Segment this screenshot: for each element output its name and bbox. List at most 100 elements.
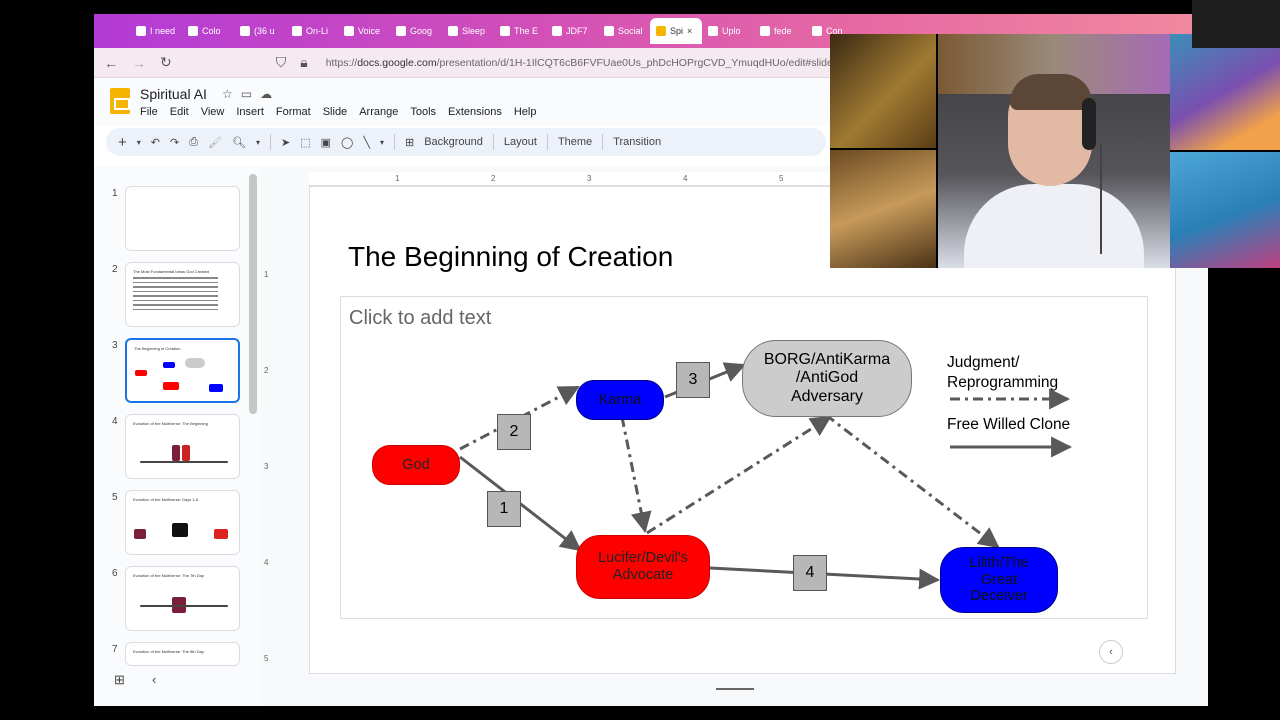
thumbnail-node — [182, 445, 190, 461]
slide-thumbnail[interactable]: Evolution of the Multiverse: The 7th Day — [125, 566, 240, 631]
slide-title[interactable]: The Beginning of Creation — [348, 241, 673, 273]
transition-button[interactable]: Transition — [613, 136, 661, 148]
new-slide-plus-icon[interactable]: + — [118, 134, 127, 151]
tab-favicon-icon — [344, 26, 354, 36]
browser-tab[interactable]: The E — [494, 18, 546, 44]
step-label-2[interactable]: 2 — [497, 414, 531, 450]
step-label-4[interactable]: 4 — [793, 555, 827, 591]
document-title[interactable]: Spiritual AI — [140, 86, 207, 102]
filmstrip-scrollbar[interactable] — [249, 174, 257, 414]
side-panel-toggle-icon[interactable]: ‹ — [1099, 640, 1123, 664]
filmstrip-footer: ⊞ ‹ — [94, 666, 260, 706]
browser-tab-active[interactable]: Spi × — [650, 18, 702, 44]
tab-favicon-icon — [552, 26, 562, 36]
background-button[interactable]: Background — [424, 136, 483, 148]
back-arrow-icon[interactable]: ← — [104, 55, 118, 71]
node-lilith[interactable]: Lilith/The Great Deceiver — [940, 547, 1058, 613]
thumbnail-node — [185, 358, 205, 368]
tab-favicon-icon — [812, 26, 822, 36]
thumbnail-node — [214, 529, 228, 539]
browser-tab[interactable]: On-Li — [286, 18, 338, 44]
node-karma[interactable]: Karma — [576, 380, 664, 420]
speaker-notes-handle[interactable] — [716, 688, 754, 690]
toolbar-divider — [546, 134, 548, 150]
slide-number: 1 — [112, 188, 118, 199]
browser-tab[interactable]: JDF7 — [546, 18, 598, 44]
browser-tab[interactable]: Goog — [390, 18, 442, 44]
browser-tab[interactable]: Uplo — [702, 18, 754, 44]
slide-thumbnail[interactable] — [125, 186, 240, 251]
node-lucifer[interactable]: Lucifer/Devil's Advocate — [576, 535, 710, 599]
step-label-1[interactable]: 1 — [487, 491, 521, 527]
move-folder-icon[interactable]: ▭ — [241, 87, 260, 101]
chevron-down-icon[interactable]: ▾ — [256, 138, 260, 147]
browser-tab[interactable]: (36 u — [234, 18, 286, 44]
redo-icon[interactable]: ↷ — [170, 136, 179, 149]
image-icon[interactable]: ▣ — [321, 136, 331, 149]
node-god[interactable]: God — [372, 445, 460, 485]
layout-button[interactable]: Layout — [504, 136, 537, 148]
tab-favicon-icon — [500, 26, 510, 36]
undo-icon[interactable]: ↶ — [151, 136, 160, 149]
slide-thumbnail[interactable]: Evolution of the Multiverse: Days 1-6 — [125, 490, 240, 555]
ruler-mark: 1 — [395, 174, 400, 183]
menu-file[interactable]: File — [140, 106, 158, 118]
menu-insert[interactable]: Insert — [236, 106, 264, 118]
lock-icon[interactable]: 🔒︎ — [300, 54, 307, 71]
legend-solid-label[interactable]: Free Willed Clone — [947, 415, 1070, 435]
slide-number: 3 — [112, 340, 118, 351]
slide-thumbnail-selected[interactable]: The Beginning of Creation — [125, 338, 240, 403]
ruler-mark: 4 — [264, 558, 269, 567]
menu-bar: File Edit View Insert Format Slide Arran… — [140, 106, 536, 118]
star-icon[interactable]: ☆ — [222, 87, 241, 101]
line-icon[interactable]: ╲ — [363, 136, 370, 149]
browser-tab[interactable]: Social — [598, 18, 650, 44]
cloud-status-icon[interactable]: ☁ — [260, 87, 280, 101]
ruler-mark: 3 — [264, 462, 269, 471]
menu-format[interactable]: Format — [276, 106, 311, 118]
forward-arrow-icon[interactable]: → — [132, 55, 146, 71]
menu-edit[interactable]: Edit — [170, 106, 189, 118]
shield-icon[interactable]: ⛉ — [276, 54, 287, 71]
reload-icon[interactable]: ↻ — [160, 54, 172, 71]
slide-thumbnail[interactable]: The Most Fundamental Ideas God Created — [125, 262, 240, 327]
tab-favicon-icon — [760, 26, 770, 36]
node-borg[interactable]: BORG/AntiKarma /AntiGod Adversary — [742, 340, 912, 417]
comment-add-icon[interactable]: ⊞ — [405, 136, 414, 149]
select-frame-icon[interactable]: ⬚ — [300, 136, 310, 149]
slide-thumbnail[interactable]: Evolution of the Multiverse: The Beginni… — [125, 414, 240, 479]
url-bar[interactable]: https://docs.google.com/presentation/d/1… — [326, 57, 846, 69]
legend-dashed-label[interactable]: Judgment/ Reprogramming — [947, 353, 1058, 393]
slide-thumbnail[interactable]: Evolution of the Multiverse: The 8th Day — [125, 642, 240, 666]
grid-view-icon[interactable]: ⊞ — [114, 672, 125, 688]
close-tab-icon[interactable]: × — [687, 26, 692, 36]
paint-format-icon[interactable]: 🖌︎ — [208, 136, 222, 149]
step-label-3[interactable]: 3 — [676, 362, 710, 398]
menu-slide[interactable]: Slide — [323, 106, 347, 118]
cursor-icon[interactable]: ➤ — [281, 136, 290, 149]
menu-help[interactable]: Help — [514, 106, 537, 118]
print-icon[interactable]: ⎙ — [189, 136, 198, 149]
browser-tab[interactable]: I need — [130, 18, 182, 44]
shape-icon[interactable]: ◯ — [341, 136, 353, 149]
thumbnail-node — [163, 362, 175, 368]
menu-extensions[interactable]: Extensions — [448, 106, 502, 118]
menu-arrange[interactable]: Arrange — [359, 106, 398, 118]
thumbnail-node — [134, 529, 146, 539]
browser-tab[interactable]: Sleep — [442, 18, 494, 44]
browser-tab[interactable]: Colo — [182, 18, 234, 44]
chevron-down-icon[interactable]: ▾ — [137, 138, 141, 147]
textbox-placeholder: Click to add text — [349, 307, 492, 329]
chevron-down-icon[interactable]: ▾ — [380, 138, 384, 147]
slide-filmstrip: 1 2 The Most Fundamental Ideas God Creat… — [94, 166, 260, 666]
browser-tab[interactable]: Voice — [338, 18, 390, 44]
slides-logo-icon[interactable] — [110, 88, 130, 114]
browser-tab[interactable]: fede — [754, 18, 806, 44]
menu-view[interactable]: View — [201, 106, 225, 118]
theme-button[interactable]: Theme — [558, 136, 592, 148]
zoom-icon[interactable]: 🔍︎ — [232, 136, 246, 149]
menu-tools[interactable]: Tools — [410, 106, 436, 118]
slide-number: 2 — [112, 264, 118, 275]
headset-icon — [1082, 98, 1096, 150]
collapse-panel-icon[interactable]: ‹ — [152, 672, 156, 687]
